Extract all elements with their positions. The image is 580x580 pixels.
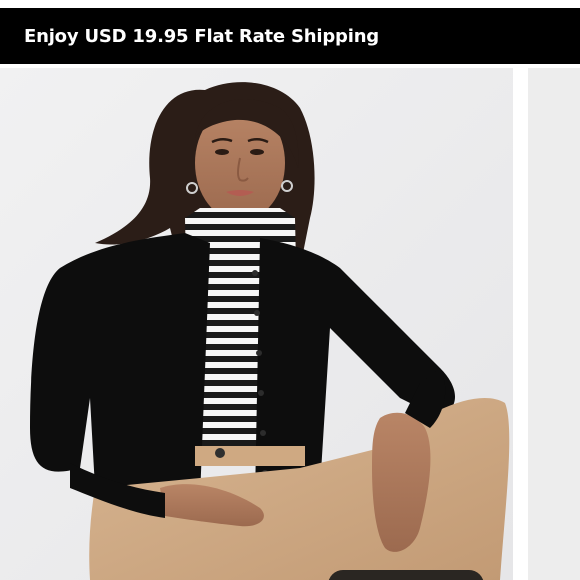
product-photo-illustration	[0, 68, 513, 580]
top-strip	[0, 0, 580, 8]
next-product-image[interactable]	[528, 68, 580, 580]
product-image-gallery[interactable]	[0, 64, 580, 580]
promo-banner[interactable]: Enjoy USD 19.95 Flat Rate Shipping	[0, 8, 580, 64]
image-overlay-badge[interactable]	[328, 570, 484, 580]
promo-text: Enjoy USD 19.95 Flat Rate Shipping	[24, 25, 379, 47]
product-page: Enjoy USD 19.95 Flat Rate Shipping	[0, 0, 580, 580]
product-image[interactable]	[0, 68, 513, 580]
